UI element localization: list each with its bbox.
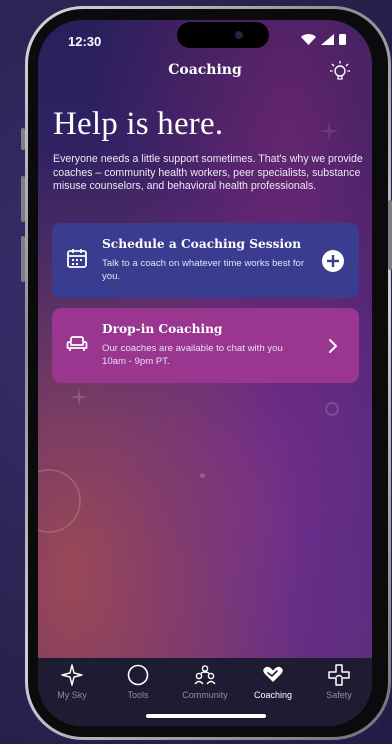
signal-icon bbox=[321, 34, 334, 45]
app-screen: 12:30 Coaching Help is here. Everyone ne… bbox=[38, 20, 372, 726]
dynamic-island bbox=[177, 22, 269, 48]
tab-label: Tools bbox=[127, 690, 149, 700]
calendar-icon bbox=[67, 249, 87, 268]
lightbulb-icon[interactable] bbox=[330, 60, 350, 82]
tab-tools[interactable]: Tools bbox=[108, 664, 168, 700]
circle-icon bbox=[127, 664, 149, 686]
tab-label: My Sky bbox=[57, 690, 87, 700]
home-indicator[interactable] bbox=[146, 714, 266, 718]
couch-icon bbox=[66, 336, 88, 351]
tab-label: Safety bbox=[326, 690, 352, 700]
card-description: Our coaches are available to chat with y… bbox=[102, 343, 283, 367]
diamond-icon bbox=[61, 664, 83, 686]
card-title: Drop-in Coaching bbox=[102, 322, 223, 336]
chevron-right-icon[interactable] bbox=[321, 334, 345, 358]
tab-label: Community bbox=[182, 690, 228, 700]
phone-power-button bbox=[388, 200, 392, 270]
sparkle-decoration-icon bbox=[70, 388, 88, 406]
phone-volume-up-button bbox=[21, 176, 25, 222]
status-icons bbox=[301, 34, 346, 45]
headline: Help is here. bbox=[53, 106, 224, 142]
plus-circle-icon[interactable] bbox=[321, 249, 345, 273]
page-background: 12:30 Coaching Help is here. Everyone ne… bbox=[0, 0, 392, 744]
bottom-tab-bar: My Sky Tools Community Coaching Safety bbox=[38, 658, 372, 726]
camera-dot bbox=[235, 31, 243, 39]
heart-hands-icon bbox=[263, 666, 283, 682]
dot-decoration bbox=[200, 473, 205, 478]
wifi-icon bbox=[301, 34, 316, 45]
tab-community[interactable]: Community bbox=[175, 664, 235, 700]
card-description: Talk to a coach on whatever time works b… bbox=[102, 258, 305, 282]
battery-icon bbox=[339, 34, 346, 45]
page-title: Coaching bbox=[168, 62, 242, 78]
drop-in-coaching-card[interactable]: Drop-in Coaching Our coaches are availab… bbox=[52, 308, 359, 383]
tab-safety[interactable]: Safety bbox=[309, 664, 369, 700]
sparkle-decoration-icon bbox=[318, 120, 340, 142]
tab-label: Coaching bbox=[253, 690, 293, 700]
ring-decoration-icon bbox=[325, 402, 339, 416]
people-icon bbox=[194, 665, 216, 685]
card-title: Schedule a Coaching Session bbox=[102, 237, 302, 251]
schedule-coaching-card[interactable]: Schedule a Coaching Session Talk to a co… bbox=[52, 223, 359, 298]
phone-side-button bbox=[21, 128, 25, 150]
ring-decoration-icon bbox=[38, 469, 81, 533]
safety-cross-icon bbox=[328, 664, 350, 686]
status-time: 12:30 bbox=[68, 34, 102, 49]
phone-volume-down-button bbox=[21, 236, 25, 282]
tab-coaching[interactable]: Coaching bbox=[243, 664, 303, 700]
tab-my-sky[interactable]: My Sky bbox=[42, 664, 102, 700]
intro-text: Everyone needs a little support sometime… bbox=[53, 153, 363, 193]
